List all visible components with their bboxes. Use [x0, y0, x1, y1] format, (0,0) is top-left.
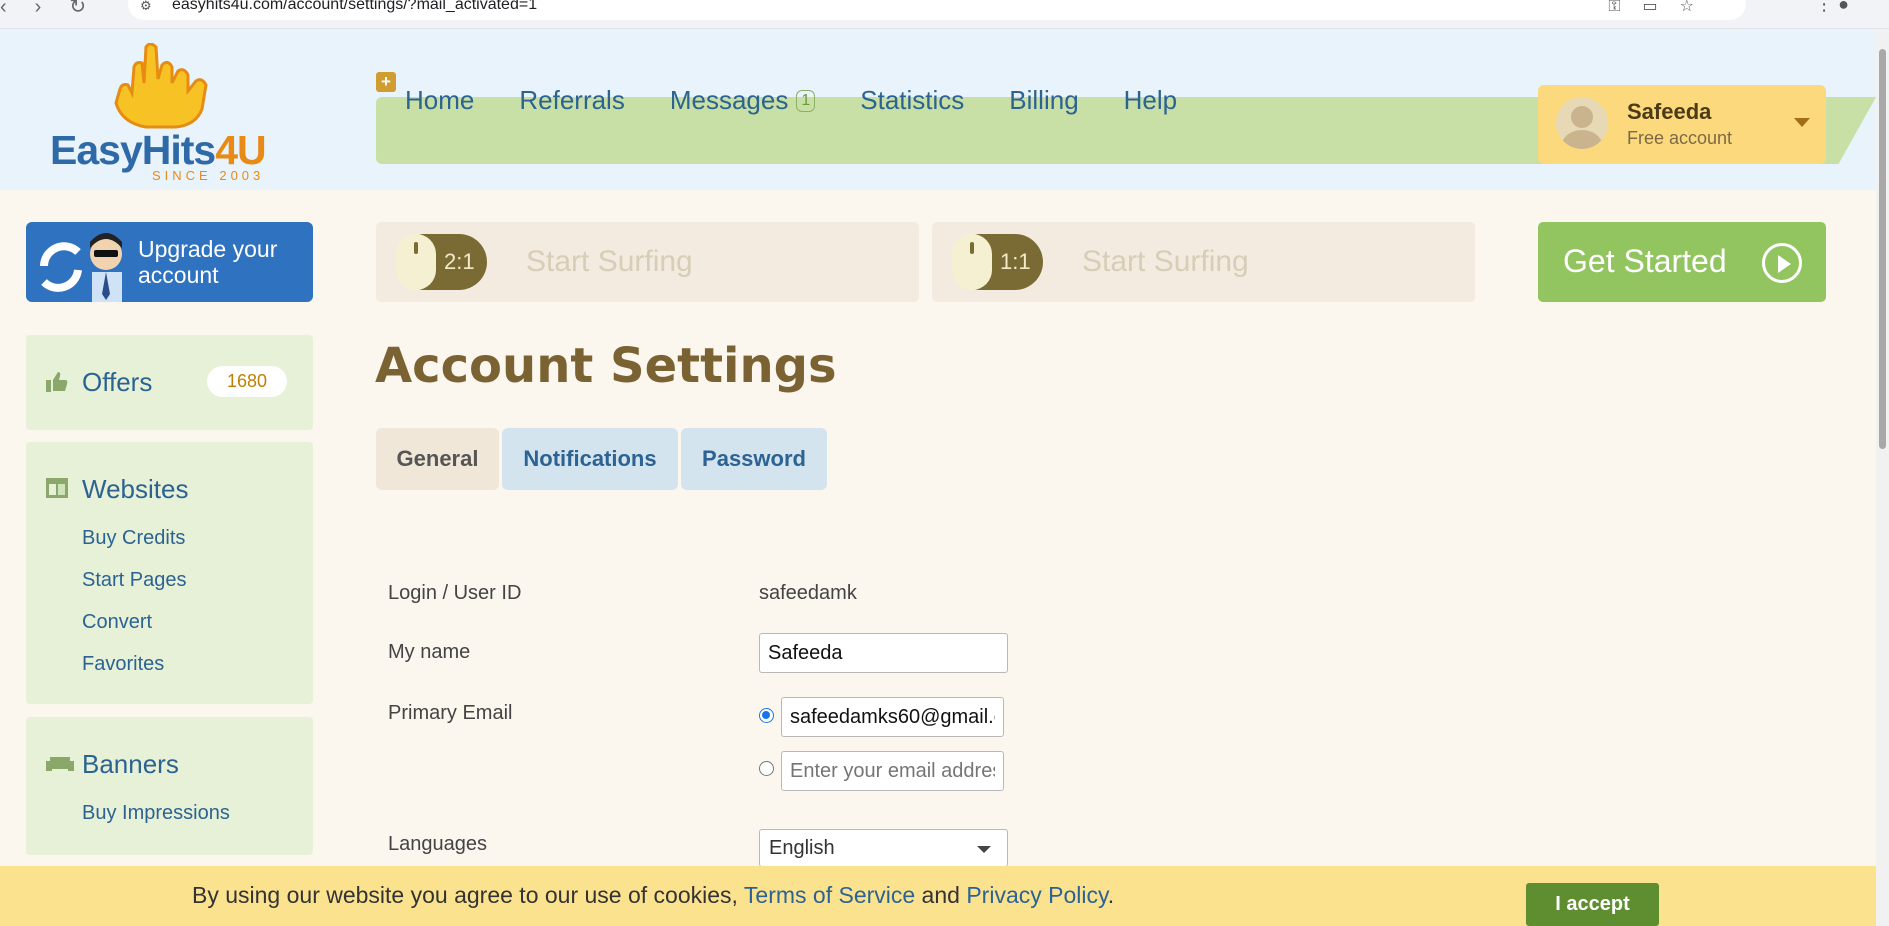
sidebar-item-buy-impressions[interactable]: Buy Impressions — [82, 802, 230, 825]
upgrade-mascot-icon — [40, 233, 122, 302]
pointing-hand-icon — [114, 43, 208, 129]
surf-ratio: 2:1 — [444, 249, 475, 274]
banner-sofa-icon — [46, 757, 74, 771]
websites-label[interactable]: Websites — [82, 474, 188, 505]
login-label: Login / User ID — [388, 582, 522, 604]
nav-referrals[interactable]: Referrals — [519, 85, 624, 116]
cookie-message: By using our website you agree to our us… — [192, 882, 1115, 908]
get-started-button[interactable]: Get Started — [1538, 222, 1826, 302]
primary-email-field[interactable] — [781, 697, 1004, 737]
logo-tagline: SINCE 2003 — [152, 168, 265, 183]
secondary-email-field[interactable] — [781, 751, 1004, 791]
offers-count-badge: 1680 — [206, 366, 287, 397]
primary-email-radio[interactable] — [759, 708, 774, 723]
scrollbar-thumb[interactable] — [1879, 49, 1886, 449]
nav-billing[interactable]: Billing — [1009, 85, 1078, 116]
main-nav: Home Referrals Messages 1 Statistics Bill… — [405, 85, 1177, 116]
name-field[interactable] — [759, 633, 1008, 673]
surf-ratio-pill: 2:1 — [396, 234, 487, 290]
surf-ratio: 1:1 — [1000, 249, 1031, 274]
avatar — [1556, 97, 1608, 149]
site-info-icon[interactable]: ⚙ — [140, 0, 152, 14]
name-label: My name — [388, 641, 471, 663]
terms-of-service-link[interactable]: Terms of Service — [744, 882, 915, 908]
thumbs-up-icon — [46, 372, 68, 392]
tab-general[interactable]: General — [376, 428, 499, 490]
account-name: Safeeda — [1627, 99, 1712, 124]
nav-help[interactable]: Help — [1124, 85, 1177, 116]
browser-nav-buttons: ‹ › ↻ — [0, 0, 114, 19]
forward-icon[interactable]: › — [35, 0, 42, 19]
play-icon — [1762, 243, 1802, 283]
plus-icon[interactable]: + — [376, 72, 396, 92]
address-bar[interactable]: ⚙ easyhits4u.com/account/settings/?mail_… — [128, 0, 1746, 20]
sidebar-item-convert[interactable]: Convert — [82, 611, 152, 634]
start-surfing-label: Start Surfing — [1082, 245, 1249, 278]
browser-toolbar: ‹ › ↻ ⚙ easyhits4u.com/account/settings/?m… — [0, 0, 1889, 29]
mouse-icon — [952, 234, 992, 290]
back-icon[interactable]: ‹ — [0, 0, 7, 19]
surf-box-1-1[interactable]: 1:1 Start Surfing — [932, 222, 1475, 302]
nav-messages[interactable]: Messages 1 — [670, 85, 816, 116]
surf-box-2-1[interactable]: 2:1 Start Surfing — [376, 222, 919, 302]
website-layout-icon — [46, 478, 68, 498]
upgrade-label: Upgrade your account — [138, 236, 278, 288]
chevron-down-icon — [977, 846, 991, 853]
primary-email-label: Primary Email — [388, 702, 513, 724]
bookmark-star-icon[interactable]: ☆ — [1680, 0, 1716, 15]
account-type: Free account — [1627, 128, 1733, 148]
logo-wordmark: EasyHits4U — [50, 127, 267, 173]
login-value: safeedamk — [759, 582, 857, 604]
page-scrollbar[interactable] — [1876, 29, 1889, 926]
url-text[interactable]: easyhits4u.com/account/settings/?mail_ac… — [172, 0, 537, 14]
sidebar-item-favorites[interactable]: Favorites — [82, 653, 164, 676]
password-key-icon[interactable]: ⚿ — [1608, 0, 1642, 15]
nav-home[interactable]: Home — [405, 85, 474, 116]
site-logo[interactable]: EasyHits4U SINCE 2003 — [50, 43, 295, 183]
browser-extensions: ⋮ ● — [1815, 0, 1849, 15]
cast-icon[interactable]: ▭ — [1643, 0, 1680, 15]
start-surfing-label: Start Surfing — [526, 245, 693, 278]
get-started-label: Get Started — [1563, 243, 1727, 279]
language-selected-value: English — [769, 837, 835, 859]
reload-icon[interactable]: ↻ — [69, 0, 86, 19]
secondary-email-radio[interactable] — [759, 761, 774, 776]
messages-count-badge: 1 — [796, 89, 816, 112]
chevron-down-icon[interactable] — [1794, 118, 1810, 127]
account-menu[interactable]: Safeeda Free account — [1538, 85, 1826, 164]
tab-notifications[interactable]: Notifications — [502, 428, 678, 490]
accept-cookies-button[interactable]: I accept — [1526, 883, 1659, 926]
privacy-policy-link[interactable]: Privacy Policy — [966, 882, 1107, 908]
sidebar-item-buy-credits[interactable]: Buy Credits — [82, 527, 185, 550]
language-select[interactable]: English — [759, 829, 1008, 867]
extensions-icon[interactable]: ⋮ — [1815, 0, 1833, 14]
surf-ratio-pill: 1:1 — [952, 234, 1043, 290]
upgrade-account-button[interactable]: Upgrade your account — [26, 222, 313, 302]
mouse-icon — [396, 234, 436, 290]
address-bar-actions: ⚿▭☆ — [1608, 0, 1716, 16]
nav-statistics[interactable]: Statistics — [860, 85, 964, 116]
cookie-consent-bar: By using our website you agree to our us… — [0, 866, 1876, 926]
sidebar-item-start-pages[interactable]: Start Pages — [82, 569, 187, 592]
banners-card: Banners Buy Impressions — [26, 717, 313, 855]
languages-label: Languages — [388, 833, 487, 855]
profile-avatar-icon[interactable]: ● — [1838, 0, 1849, 14]
offers-label: Offers — [82, 367, 153, 397]
banners-label[interactable]: Banners — [82, 749, 179, 780]
page-title: Account Settings — [375, 338, 837, 394]
websites-card: Websites Buy Credits Start Pages Convert… — [26, 442, 313, 704]
offers-card[interactable]: Offers 1680 — [26, 335, 313, 430]
tab-password[interactable]: Password — [681, 428, 827, 490]
